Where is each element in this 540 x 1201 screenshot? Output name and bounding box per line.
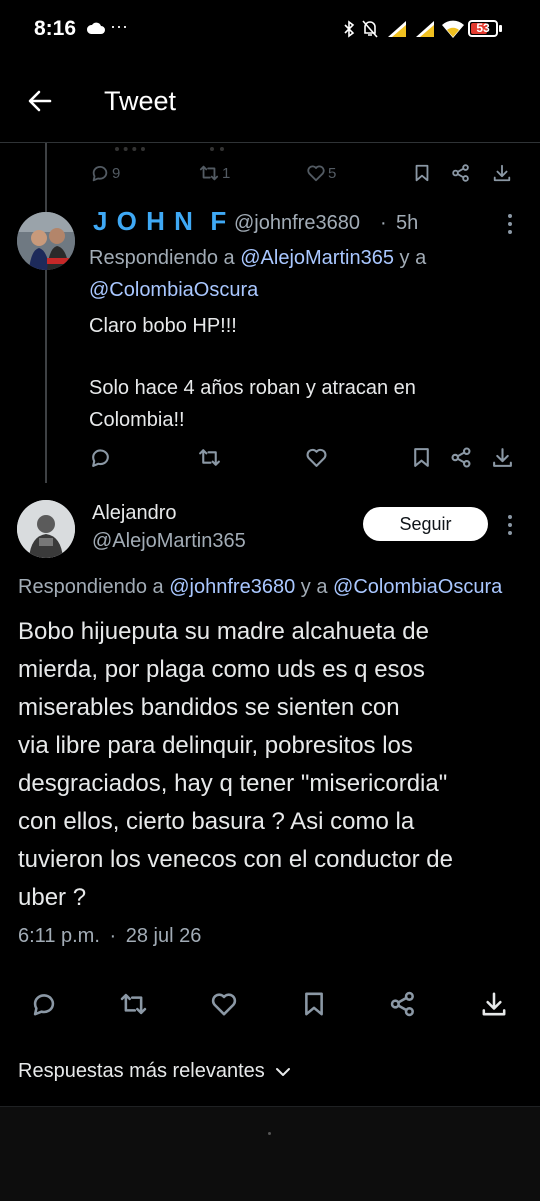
download-icon[interactable] [492, 163, 512, 183]
battery-level: 53 [476, 21, 490, 35]
tweet-text-line: desgraciados, hay q tener "misericordia" [18, 770, 448, 797]
chevron-down-icon [275, 1067, 291, 1077]
retweet-button[interactable]: 1 [198, 163, 230, 183]
more-options-icon[interactable] [505, 212, 515, 236]
heart-icon [306, 163, 326, 183]
reply-icon[interactable] [30, 990, 58, 1018]
replies-sort-label: Respuestas más relevantes [18, 1060, 265, 1082]
download-icon[interactable] [480, 990, 508, 1018]
like-count: 5 [328, 164, 337, 182]
loading-dot [268, 1132, 271, 1135]
bluetooth-icon [343, 20, 355, 38]
tweet-age: 5h [396, 212, 419, 234]
tweet-text-line: mierda, por plaga como uds es q esos [18, 656, 425, 683]
replying-to: Respondiendo a @johnfre3680 y a @Colombi… [18, 576, 540, 599]
tweet-text-line: con ellos, cierto basura ? Asi como la [18, 808, 415, 835]
mention-link[interactable]: @johnfre3680 [169, 576, 295, 598]
reply-icon[interactable] [89, 446, 112, 469]
page-title: Tweet [104, 86, 177, 116]
tweet-date: 28 jul 26 [125, 925, 202, 947]
status-time: 8:16 [34, 17, 77, 40]
share-icon[interactable] [450, 446, 473, 469]
separator-dot: · [109, 925, 117, 947]
replying-prefix: Respondiendo a [89, 247, 235, 269]
tweet-text-line: uber ? [18, 884, 87, 911]
retweet-icon[interactable] [197, 446, 222, 469]
more-options-icon[interactable] [505, 513, 515, 537]
mention-link[interactable]: @AlejoMartin365 [240, 247, 394, 269]
cloud-icon [86, 22, 106, 35]
display-name[interactable]: Alejandro [92, 502, 177, 525]
replying-to: Respondiendo a @AlejoMartin365 y a @Colo… [89, 242, 529, 306]
status-bar: 8:16 ··· 53 [0, 0, 540, 60]
tweet-text-line: tuvieron los venecos con el conductor de [18, 846, 453, 873]
avatar[interactable] [17, 212, 75, 270]
main-tweet: Alejandro @AlejoMartin365 Seguir Respond… [0, 488, 540, 1028]
heart-icon[interactable] [305, 446, 328, 469]
mention-link[interactable]: @ColombiaOscura [89, 279, 258, 301]
bookmark-icon[interactable] [412, 163, 432, 183]
signal-1-icon [386, 19, 410, 39]
status-more: ··· [110, 16, 128, 36]
prev-tweet-text-fragment-2 [210, 141, 224, 151]
heart-icon[interactable] [210, 990, 238, 1018]
replying-and: y a [399, 247, 427, 269]
retweet-count: 1 [222, 164, 231, 182]
reply-icon [90, 163, 110, 183]
tweet-text-line: Claro bobo HP!!! [89, 315, 237, 337]
prev-tweet-actions: 9 1 5 [0, 143, 540, 193]
tweet-text-line: Colombia!! [89, 409, 185, 431]
battery-icon: 53 [468, 20, 498, 37]
share-icon[interactable] [389, 990, 417, 1018]
tweet-timestamp[interactable]: 6:11 p.m. · 28 jul 26 [18, 925, 201, 948]
tweet-time: 6:11 p.m. [18, 925, 100, 947]
bookmark-icon[interactable] [300, 990, 328, 1018]
mention-link[interactable]: @ColombiaOscura [333, 576, 502, 598]
follow-button-label: Seguir [399, 513, 452, 534]
display-name[interactable]: J O H N F [93, 206, 227, 237]
back-arrow-icon[interactable] [26, 87, 54, 115]
user-handle[interactable]: @johnfre3680 [234, 212, 360, 235]
tweet-text: Claro bobo HP!!! Solo hace 4 años roban … [89, 310, 529, 436]
bookmark-icon[interactable] [410, 446, 433, 469]
header: Tweet [0, 70, 540, 143]
bottom-divider [0, 1106, 540, 1201]
prev-tweet-text-fragment [115, 141, 145, 151]
like-button[interactable]: 5 [306, 163, 336, 183]
signal-2-icon [414, 19, 438, 39]
reply-button[interactable]: 9 [90, 163, 120, 183]
follow-button[interactable]: Seguir [363, 507, 488, 541]
replying-prefix: Respondiendo a [18, 576, 164, 598]
tweet-text-line: via libre para delinquir, pobresitos los [18, 732, 413, 759]
avatar[interactable] [17, 500, 75, 558]
share-icon[interactable] [451, 163, 471, 183]
wifi-icon [441, 19, 465, 39]
reply-tweet[interactable]: J O H N F @johnfre3680 · 5h Respondiendo… [0, 200, 540, 485]
tweet-text-line: miserables bandidos se sienten con [18, 694, 400, 721]
tweet-text-line: Bobo hijueputa su madre alcahueta de [18, 618, 429, 645]
battery-tip [499, 25, 502, 32]
retweet-icon [198, 163, 220, 183]
replies-sort-selector[interactable]: Respuestas más relevantes [18, 1060, 291, 1083]
tweet-text-line: Solo hace 4 años roban y atracan en [89, 377, 416, 399]
reply-count: 9 [112, 164, 121, 182]
user-handle[interactable]: @AlejoMartin365 [92, 530, 246, 553]
replying-and: y a [300, 576, 328, 598]
mute-bell-icon [361, 19, 379, 39]
tweet-text: Bobo hijueputa su madre alcahueta de mie… [18, 613, 538, 917]
separator-dot: · [380, 212, 387, 234]
download-icon[interactable] [491, 446, 514, 469]
retweet-icon[interactable] [118, 990, 149, 1018]
